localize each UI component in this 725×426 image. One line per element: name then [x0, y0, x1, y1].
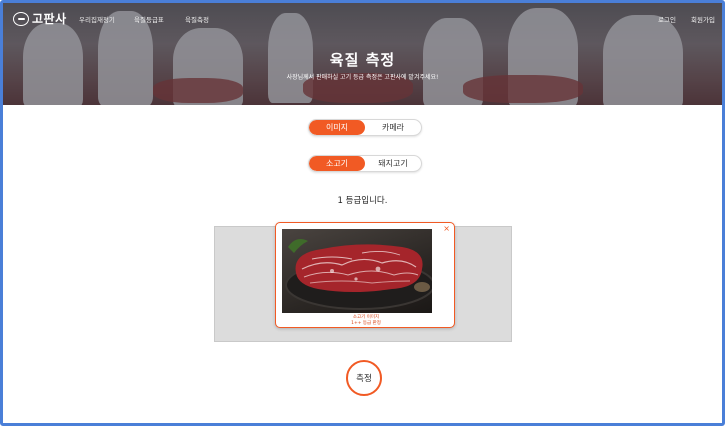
source-toggle: 이미지 카메라 [308, 119, 422, 136]
meat-photo-illustration [285, 239, 432, 310]
nav-link-measure[interactable]: 육질측정 [185, 14, 209, 24]
toggle-camera-option[interactable]: 카메라 [365, 120, 421, 135]
signup-link[interactable]: 회원가입 [691, 14, 715, 24]
nav-link-my-records[interactable]: 우리집재정기 [79, 14, 115, 24]
hero-banner: 고판사 우리집재정기 육질등급표 육질측정 로그인 회원가입 육질 측정 사장님… [3, 3, 722, 105]
toggle-pork-option[interactable]: 돼지고기 [365, 156, 421, 171]
app-frame: 고판사 우리집재정기 육질등급표 육질측정 로그인 회원가입 육질 측정 사장님… [0, 0, 725, 426]
uploaded-image-card: × 소고기 이미지 1++ 등급 판정 [275, 222, 455, 328]
toggle-beef-option[interactable]: 소고기 [309, 156, 365, 171]
login-link[interactable]: 로그인 [658, 14, 676, 24]
brand-logo[interactable]: 고판사 [13, 10, 67, 27]
logo-icon [13, 11, 29, 26]
image-caption-sub: 1++ 등급 판정 [351, 321, 381, 326]
meat-photo [282, 229, 432, 313]
meat-type-toggle: 소고기 돼지고기 [308, 155, 422, 172]
measure-button[interactable]: 측정 [346, 360, 382, 396]
grade-result: 1 등급입니다. [337, 196, 388, 206]
page-title: 육질 측정 [329, 51, 396, 69]
top-nav: 고판사 우리집재정기 육질등급표 육질측정 로그인 회원가입 [3, 3, 722, 31]
toggle-image-option[interactable]: 이미지 [309, 120, 365, 135]
page-subtitle: 사장님께서 판매하실 고기 등급 측정은 고판사에 맡겨주세요! [286, 74, 439, 81]
brand-name: 고판사 [32, 12, 67, 26]
nav-link-grade-table[interactable]: 육질등급표 [134, 14, 164, 24]
close-icon[interactable]: × [443, 224, 450, 233]
